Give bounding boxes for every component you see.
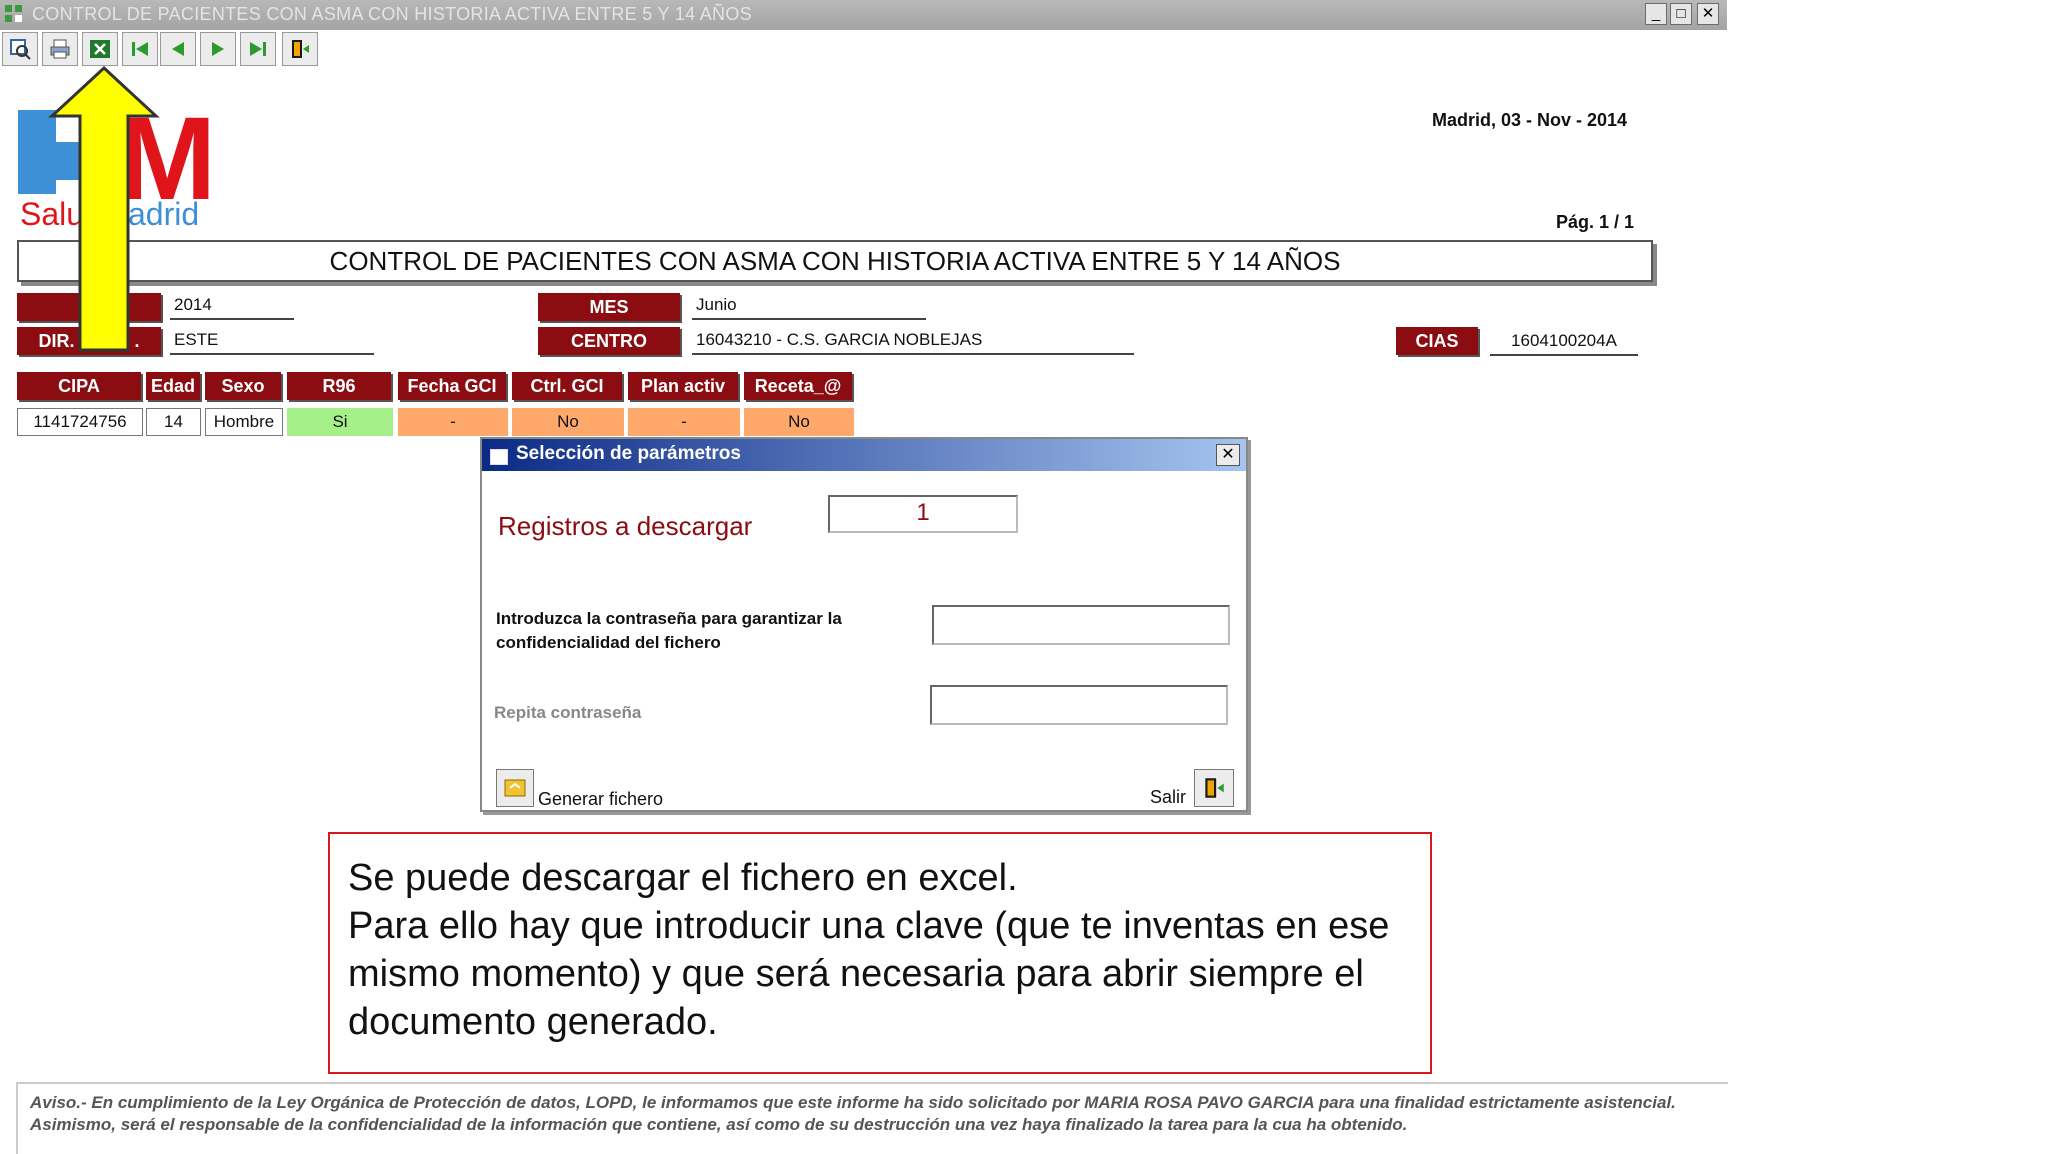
col-header-cipa: CIPA — [17, 372, 141, 400]
generate-file-icon — [504, 779, 526, 797]
registros-label: Registros a descargar — [498, 511, 753, 541]
cell-receta: No — [744, 408, 854, 436]
print-button[interactable] — [42, 32, 78, 66]
cell-r96: Si — [287, 408, 393, 436]
report-title-box: CONTROL DE PACIENTES CON ASMA CON HISTOR… — [17, 240, 1653, 282]
window-icon — [490, 449, 508, 465]
cell-cipa: 1141724756 — [17, 408, 143, 436]
page-indicator: Pág. 1 / 1 — [1556, 212, 1635, 232]
next-page-button[interactable] — [200, 32, 236, 66]
password-label: Introduzca la contraseña para garantizar… — [496, 609, 842, 652]
password-input[interactable] — [932, 605, 1230, 645]
col-header-r96: R96 — [287, 372, 391, 400]
last-page-button[interactable] — [240, 32, 276, 66]
dialog-close-button[interactable]: ✕ — [1216, 444, 1240, 466]
window-titlebar: CONTROL DE PACIENTES CON ASMA CON HISTOR… — [0, 0, 1727, 30]
month-label: MES — [538, 293, 680, 321]
next-page-icon — [212, 42, 224, 56]
last-page-icon — [250, 42, 266, 56]
col-header-receta: Receta_@ — [744, 372, 852, 400]
annotation-note-text: Se puede descargar el fichero en excel. … — [348, 857, 1390, 1043]
excel-export-button[interactable] — [82, 32, 118, 66]
report-title: CONTROL DE PACIENTES CON ASMA CON HISTOR… — [329, 245, 1341, 276]
cias-value: 1604100204A — [1490, 328, 1638, 356]
generate-file-button[interactable] — [496, 769, 534, 807]
cias-label: CIAS — [1396, 327, 1478, 355]
exit-door-icon — [1205, 778, 1224, 798]
cell-ctrl-gci: No — [512, 408, 624, 436]
col-header-ctrl-gci: Ctrl. GCI — [512, 372, 622, 400]
dialog-titlebar: Selección de parámetros ✕ — [482, 439, 1246, 471]
cell-plan-activ: - — [628, 408, 740, 436]
centro-value: 16043210 - C.S. GARCIA NOBLEJAS — [692, 327, 1134, 355]
repeat-password-input[interactable] — [930, 685, 1228, 725]
first-page-icon — [132, 42, 148, 56]
maximize-button[interactable]: □ — [1670, 3, 1692, 25]
exit-door-icon — [292, 40, 309, 58]
generate-file-label[interactable]: Generar fichero — [538, 789, 663, 810]
excel-export-icon — [90, 40, 110, 58]
cell-fecha-gci: - — [398, 408, 508, 436]
dialog-exit-button[interactable] — [1194, 769, 1234, 807]
col-header-edad: Edad — [146, 372, 200, 400]
zoom-button[interactable] — [2, 32, 38, 66]
close-window-button[interactable]: ✕ — [1697, 3, 1719, 25]
col-header-fecha-gci: Fecha GCI — [398, 372, 506, 400]
first-page-button[interactable] — [122, 32, 158, 66]
month-value: Junio — [692, 292, 926, 320]
cell-sexo: Hombre — [205, 408, 283, 436]
report-date: Madrid, 03 - Nov - 2014 — [1432, 110, 1628, 130]
legal-footer: Aviso.- En cumplimiento de la Ley Orgáni… — [16, 1082, 1728, 1154]
minimize-button[interactable]: _ — [1645, 3, 1667, 25]
zoom-search-icon — [10, 39, 31, 60]
printer-icon — [50, 39, 70, 59]
repeat-password-label: Repita contraseña — [494, 703, 642, 722]
close-icon: ✕ — [1221, 446, 1235, 463]
year-value: 2014 — [170, 292, 294, 320]
col-header-sexo: Sexo — [205, 372, 281, 400]
parameters-dialog: Selección de parámetros ✕ Registros a de… — [480, 437, 1248, 812]
dialog-title: Selección de parámetros — [516, 443, 741, 464]
exit-button[interactable] — [282, 32, 318, 66]
yellow-arrow-annotation — [48, 65, 160, 352]
annotation-note: Se puede descargar el fichero en excel. … — [328, 832, 1432, 1074]
app-icon — [5, 5, 22, 22]
centro-label: CENTRO — [538, 327, 680, 355]
cell-edad: 14 — [146, 408, 201, 436]
legal-footer-text: Aviso.- En cumplimiento de la Ley Orgáni… — [30, 1093, 1676, 1134]
exit-label[interactable]: Salir — [1150, 787, 1186, 808]
previous-page-icon — [172, 42, 184, 56]
registros-field[interactable]: 1 — [828, 495, 1018, 533]
window-title: CONTROL DE PACIENTES CON ASMA CON HISTOR… — [32, 4, 752, 24]
col-header-plan-activ: Plan activ — [628, 372, 738, 400]
direction-value: ESTE — [170, 327, 374, 355]
previous-page-button[interactable] — [160, 32, 196, 66]
